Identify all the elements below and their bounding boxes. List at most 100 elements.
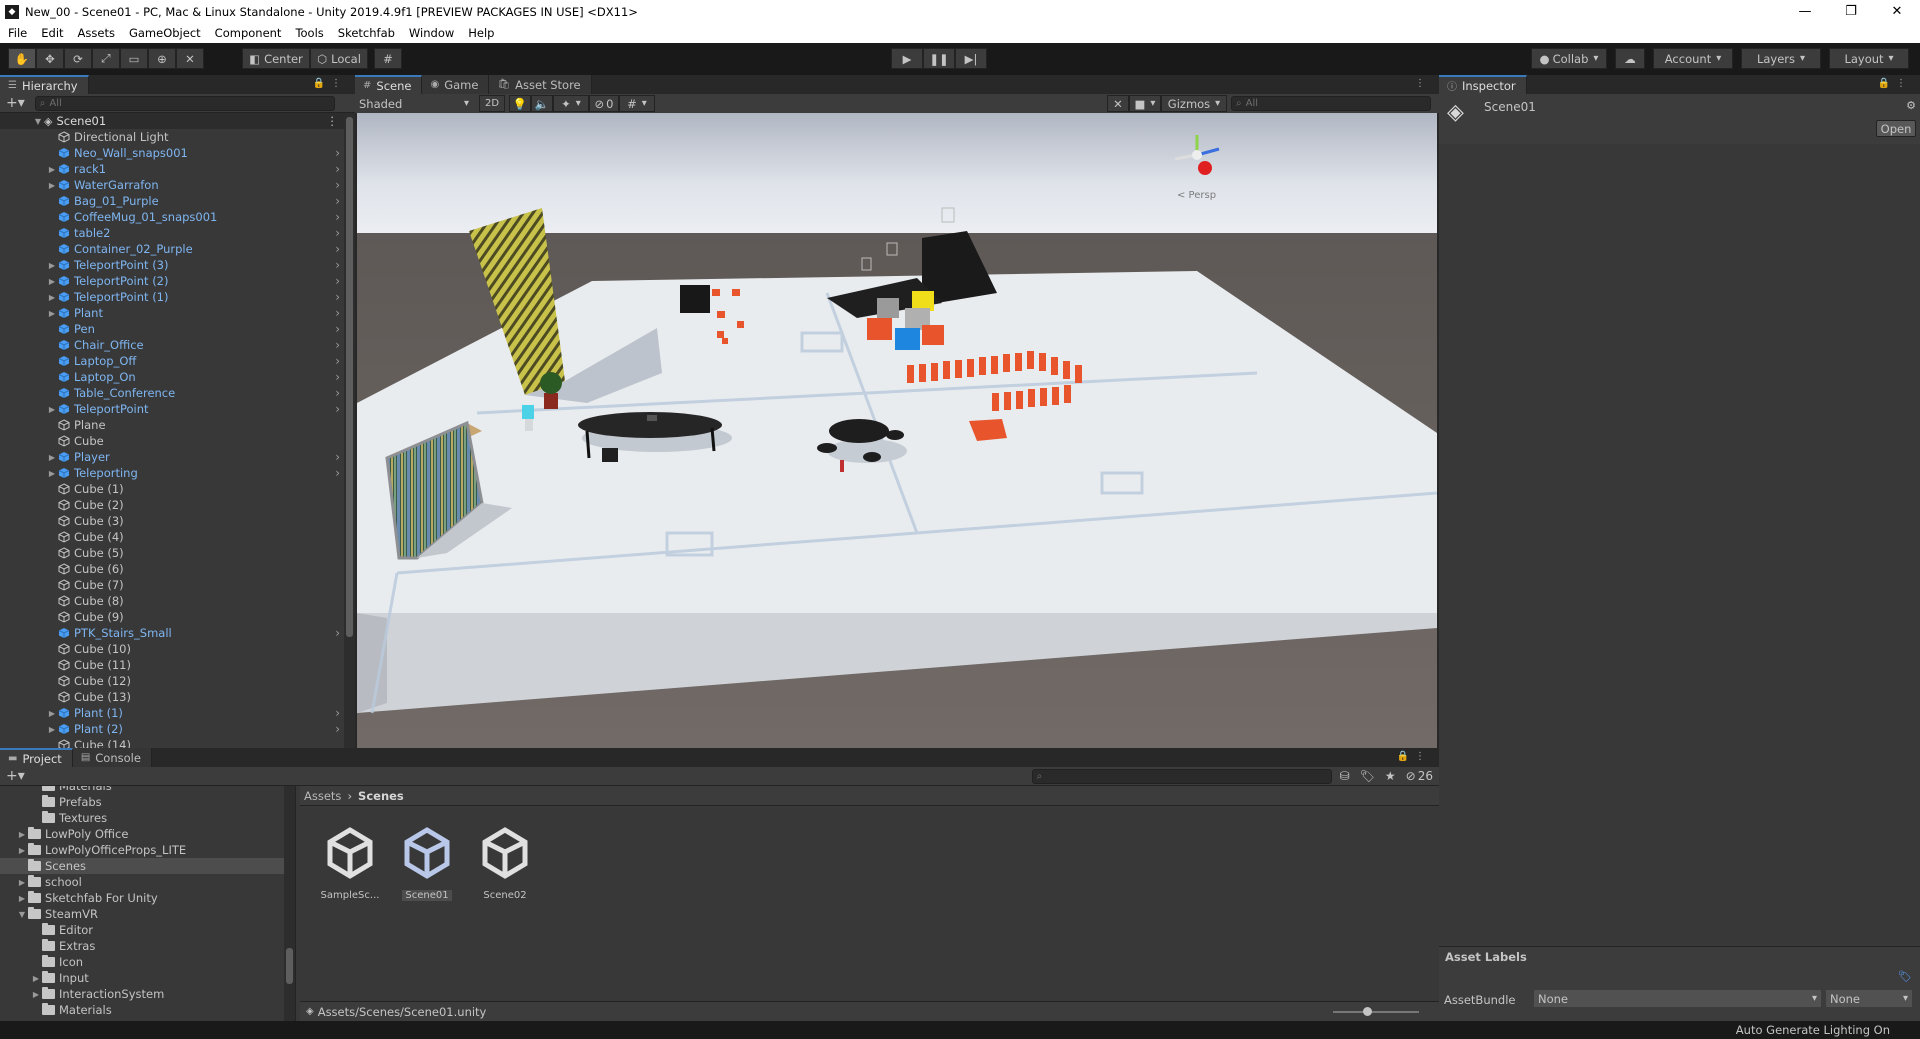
menu-sketchfab[interactable]: Sketchfab xyxy=(330,26,401,40)
open-prefab-chevron-icon[interactable]: › xyxy=(335,194,340,208)
grid-dropdown[interactable]: # xyxy=(619,95,655,112)
hierarchy-row[interactable]: Cube (14) xyxy=(0,737,344,748)
tab-asset-store[interactable]: 🛍 Asset Store xyxy=(489,75,592,94)
hierarchy-search-input[interactable]: ⌕ All xyxy=(34,95,335,111)
scene-render[interactable]: < Persp xyxy=(357,113,1437,748)
hand-tool-button[interactable]: ✋ xyxy=(8,48,36,69)
search-by-label-icon[interactable]: 🏷 xyxy=(1360,769,1375,783)
open-prefab-chevron-icon[interactable]: › xyxy=(335,290,340,304)
assetbundle-variant-dropdown[interactable]: None xyxy=(1826,990,1912,1007)
hierarchy-row[interactable]: ▶ TeleportPoint (3) › xyxy=(0,257,344,273)
open-prefab-chevron-icon[interactable]: › xyxy=(335,162,340,176)
hierarchy-row[interactable]: ▶ WaterGarrafon › xyxy=(0,177,344,193)
transform-tool-button[interactable]: ⊕ xyxy=(148,48,176,69)
tab-scene[interactable]: # Scene xyxy=(355,75,423,94)
tools-toggle[interactable]: ✕ xyxy=(1107,95,1129,112)
expand-arrow-icon[interactable]: ▶ xyxy=(30,974,42,983)
expand-arrow-icon[interactable]: ▶ xyxy=(30,990,42,999)
menu-help[interactable]: Help xyxy=(460,26,500,40)
open-prefab-chevron-icon[interactable]: › xyxy=(335,354,340,368)
tab-console[interactable]: ▤ Console xyxy=(72,748,152,767)
project-folder-row[interactable]: ▶ LowPoly Office xyxy=(0,826,295,842)
hierarchy-row[interactable]: Table_Conference › xyxy=(0,385,344,401)
menu-tools[interactable]: Tools xyxy=(287,26,329,40)
expand-arrow-icon[interactable]: ▶ xyxy=(16,830,28,839)
hierarchy-row[interactable]: Laptop_On › xyxy=(0,369,344,385)
project-folder-row[interactable]: Extras xyxy=(0,938,295,954)
expand-arrow-icon[interactable]: ▶ xyxy=(46,709,58,718)
hierarchy-row[interactable]: ▶ Plant (2) › xyxy=(0,721,344,737)
hierarchy-row[interactable]: ▶ Plant (1) › xyxy=(0,705,344,721)
hierarchy-row[interactable]: Cube (1) xyxy=(0,481,344,497)
project-folder-row[interactable]: Scenes xyxy=(0,858,295,874)
icon-size-slider[interactable] xyxy=(1333,1007,1419,1016)
maximize-button[interactable]: ❐ xyxy=(1828,0,1874,23)
expand-arrow-icon[interactable]: ▶ xyxy=(16,878,28,887)
hierarchy-row[interactable]: ▶ Player › xyxy=(0,449,344,465)
menu-component[interactable]: Component xyxy=(207,26,288,40)
tab-game[interactable]: ◉ Game xyxy=(422,75,490,94)
play-button[interactable]: ▶ xyxy=(891,48,923,69)
projection-label[interactable]: < Persp xyxy=(1177,190,1216,201)
favorites-star-icon[interactable]: ★ xyxy=(1385,769,1396,783)
hierarchy-row[interactable]: Cube (9) xyxy=(0,609,344,625)
effects-dropdown[interactable]: ✦ xyxy=(553,95,589,112)
hierarchy-row[interactable]: Cube (5) xyxy=(0,545,344,561)
tab-project[interactable]: ▬ Project xyxy=(0,748,73,767)
scene-search-input[interactable]: ⌕ All xyxy=(1231,96,1431,111)
project-folder-row[interactable]: ▶ school xyxy=(0,874,295,890)
hierarchy-row[interactable]: ▶ rack1 › xyxy=(0,161,344,177)
label-tag-icon[interactable]: 🏷 xyxy=(1898,970,1912,983)
collab-dropdown[interactable]: ● Collab xyxy=(1531,48,1607,69)
hierarchy-row[interactable]: CoffeeMug_01_snaps001 › xyxy=(0,209,344,225)
hierarchy-row[interactable]: Plane xyxy=(0,417,344,433)
open-prefab-chevron-icon[interactable]: › xyxy=(335,242,340,256)
hierarchy-row[interactable]: PTK_Stairs_Small › xyxy=(0,625,344,641)
account-dropdown[interactable]: Account xyxy=(1653,48,1733,69)
hierarchy-row[interactable]: Cube (3) xyxy=(0,513,344,529)
project-search-input[interactable]: ⌕ xyxy=(1031,768,1332,784)
expand-arrow-icon[interactable]: ▶ xyxy=(46,261,58,270)
hierarchy-row[interactable]: Laptop_Off › xyxy=(0,353,344,369)
assetbundle-dropdown[interactable]: None xyxy=(1534,990,1821,1007)
expand-arrow-icon[interactable]: ▶ xyxy=(46,293,58,302)
hidden-packages-icon[interactable]: ⊘ xyxy=(1406,769,1416,783)
hierarchy-row[interactable]: Chair_Office › xyxy=(0,337,344,353)
asset-tile-scene01[interactable]: Scene01 xyxy=(392,824,462,901)
expand-arrow-icon[interactable]: ▶ xyxy=(46,405,58,414)
open-prefab-chevron-icon[interactable]: › xyxy=(335,306,340,320)
expand-arrow-icon[interactable]: ▶ xyxy=(46,165,58,174)
hierarchy-row[interactable]: ▶ Plant › xyxy=(0,305,344,321)
scale-tool-button[interactable]: ⤢ xyxy=(92,48,120,69)
menu-edit[interactable]: Edit xyxy=(33,26,69,40)
hierarchy-row[interactable]: Cube (4) xyxy=(0,529,344,545)
hierarchy-row[interactable]: Container_02_Purple › xyxy=(0,241,344,257)
gizmos-dropdown[interactable]: Gizmos xyxy=(1161,95,1227,112)
open-button[interactable]: Open xyxy=(1876,120,1916,137)
hierarchy-row[interactable]: table2 › xyxy=(0,225,344,241)
scene-panel-menu[interactable]: ⋮ xyxy=(1415,78,1431,89)
expand-arrow-icon[interactable]: ▶ xyxy=(46,309,58,318)
layers-dropdown[interactable]: Layers xyxy=(1741,48,1821,69)
open-prefab-chevron-icon[interactable]: › xyxy=(335,322,340,336)
project-folder-row[interactable]: Materials xyxy=(0,1002,295,1018)
expand-arrow-icon[interactable]: ▶ xyxy=(46,277,58,286)
expand-arrow-icon[interactable]: ▶ xyxy=(16,846,28,855)
project-folder-row[interactable]: ▶ Input xyxy=(0,970,295,986)
step-button[interactable]: ▶| xyxy=(955,48,987,69)
component-settings-icon[interactable]: ⚙ xyxy=(1906,99,1916,112)
lighting-toggle[interactable]: 💡 xyxy=(509,95,531,112)
expand-arrow-icon[interactable]: ▼ xyxy=(16,910,28,919)
menu-assets[interactable]: Assets xyxy=(70,26,121,40)
hidden-objects-toggle[interactable]: ⊘ 0 xyxy=(589,95,619,112)
hierarchy-row[interactable]: Cube (6) xyxy=(0,561,344,577)
project-folder-row[interactable]: Textures xyxy=(0,810,295,826)
icon-size-slider-thumb[interactable] xyxy=(1363,1007,1372,1016)
project-folder-row[interactable]: ▶ LowPolyOfficeProps_LITE xyxy=(0,842,295,858)
expand-arrow-icon[interactable]: ▶ xyxy=(46,181,58,190)
hierarchy-row[interactable]: Cube (2) xyxy=(0,497,344,513)
panel-lock-menu[interactable]: 🔒⋮ xyxy=(313,78,347,89)
project-folder-row[interactable]: Prefabs xyxy=(0,794,295,810)
open-prefab-chevron-icon[interactable]: › xyxy=(335,226,340,240)
hierarchy-row[interactable]: Cube (8) xyxy=(0,593,344,609)
